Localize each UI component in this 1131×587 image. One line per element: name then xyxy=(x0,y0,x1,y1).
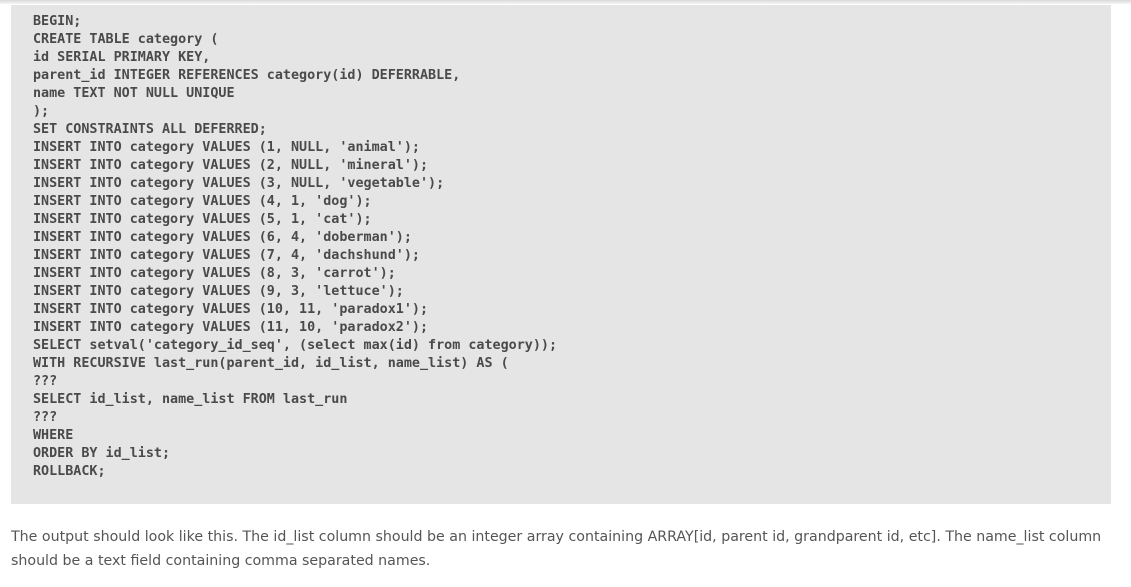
code-line: ORDER BY id_list; xyxy=(33,446,171,461)
code-line: SELECT setval('category_id_seq', (select… xyxy=(33,338,558,353)
code-line: INSERT INTO category VALUES (8, 3, 'carr… xyxy=(33,266,396,281)
code-line: INSERT INTO category VALUES (3, NULL, 'v… xyxy=(33,176,445,191)
code-line: SELECT id_list, name_list FROM last_run xyxy=(33,392,348,407)
code-line: INSERT INTO category VALUES (7, 4, 'dach… xyxy=(33,248,420,263)
code-line: INSERT INTO category VALUES (4, 1, 'dog'… xyxy=(33,194,372,209)
code-line: WHERE xyxy=(33,428,74,443)
description-paragraph: The output should look like this. The id… xyxy=(11,529,1102,569)
code-line: parent_id INTEGER REFERENCES category(id… xyxy=(33,68,461,83)
code-line: INSERT INTO category VALUES (6, 4, 'dobe… xyxy=(33,230,412,245)
code-line: INSERT INTO category VALUES (9, 3, 'lett… xyxy=(33,284,404,299)
code-line: name TEXT NOT NULL UNIQUE xyxy=(33,86,235,101)
top-shadow-divider xyxy=(0,0,1131,4)
code-line: INSERT INTO category VALUES (10, 11, 'pa… xyxy=(33,302,429,317)
code-line: ??? xyxy=(33,374,58,389)
code-line: INSERT INTO category VALUES (5, 1, 'cat'… xyxy=(33,212,372,227)
code-block: BEGIN; CREATE TABLE category ( id SERIAL P… xyxy=(11,5,1111,504)
code-line: ??? xyxy=(33,410,58,425)
code-line: SET CONSTRAINTS ALL DEFERRED; xyxy=(33,122,267,137)
code-line: id SERIAL PRIMARY KEY, xyxy=(33,50,211,65)
code-line: WITH RECURSIVE last_run(parent_id, id_li… xyxy=(33,356,509,371)
code-line: ROLLBACK; xyxy=(33,464,106,479)
code-line: BEGIN; xyxy=(33,14,82,29)
code-line: CREATE TABLE category ( xyxy=(33,32,219,47)
code-line: INSERT INTO category VALUES (1, NULL, 'a… xyxy=(33,140,420,155)
code-line: INSERT INTO category VALUES (11, 10, 'pa… xyxy=(33,320,429,335)
code-line: INSERT INTO category VALUES (2, NULL, 'm… xyxy=(33,158,429,173)
code-line: ); xyxy=(33,104,50,119)
